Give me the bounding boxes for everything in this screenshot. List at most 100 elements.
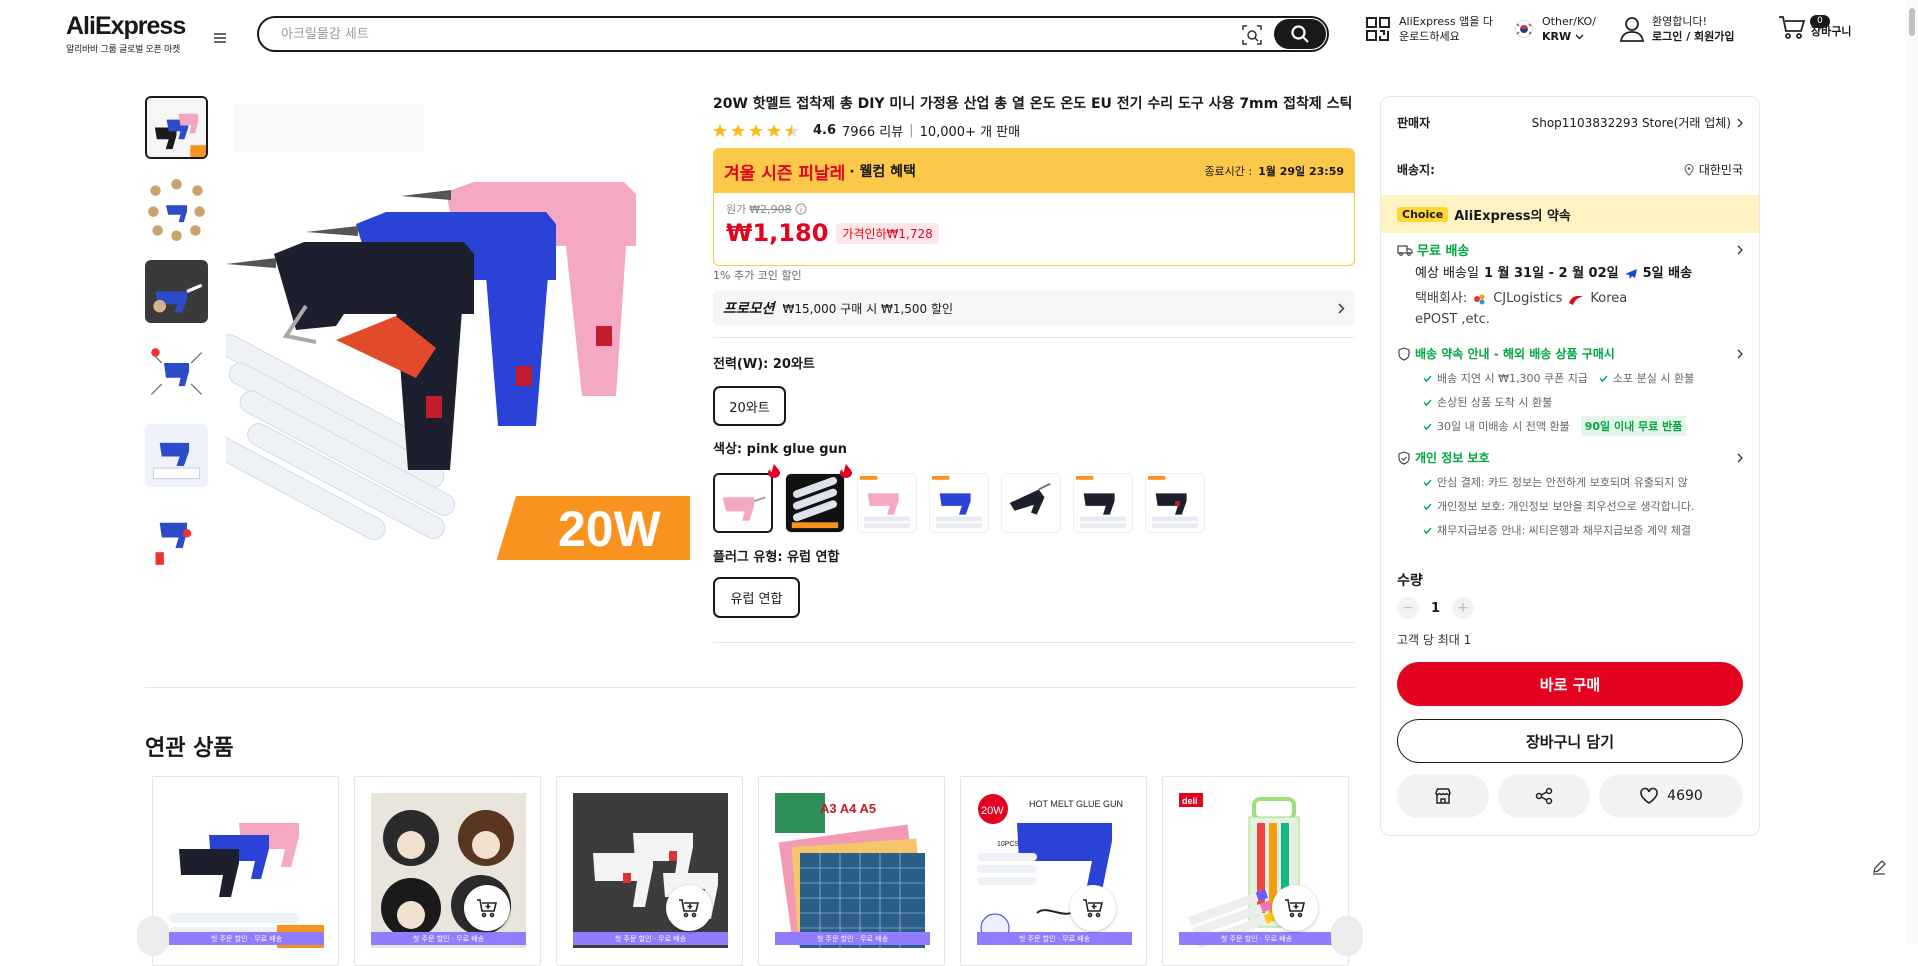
return-badge: 90일 이내 무료 반품 bbox=[1580, 416, 1687, 436]
privacy-item-2: 개인정보 보호: 개인정보 보안을 최우선으로 생각합니다. bbox=[1423, 498, 1694, 514]
decrease-button[interactable]: − bbox=[1397, 597, 1419, 619]
thumbnail-4[interactable] bbox=[145, 342, 208, 405]
eta-prefix: 예상 배송일 bbox=[1415, 266, 1479, 281]
related-product-card[interactable]: 첫 주문 할인 · 무료 배송 bbox=[152, 776, 339, 966]
divider bbox=[713, 642, 1355, 643]
add-to-cart-icon[interactable] bbox=[1070, 885, 1116, 931]
airplane-icon bbox=[1624, 269, 1637, 279]
wishlist-count: 4690 bbox=[1667, 788, 1703, 804]
related-product-card[interactable]: 첫 주문 할인 · 무료 배송 bbox=[354, 776, 541, 966]
privacy-item-1: 안심 결제: 카드 정보는 안전하게 보호되며 유출되지 않 bbox=[1423, 474, 1743, 490]
menu-icon[interactable] bbox=[210, 28, 230, 48]
plug-label: 플러그 유형: 유럽 연합 bbox=[713, 550, 840, 565]
privacy-item-3: 채무지급보증 안내: 씨티은행과 채무지급보증 계약 체결 bbox=[1423, 522, 1691, 538]
discount-badge: 가격인하₩1,728 bbox=[836, 222, 939, 244]
app-download[interactable]: AliExpress 앱을 다 운로드하세요 bbox=[1365, 14, 1493, 44]
color-swatch-black[interactable] bbox=[1001, 473, 1061, 533]
power-option-20w[interactable]: 20와트 bbox=[713, 386, 786, 426]
quantity-value[interactable]: 1 bbox=[1431, 601, 1440, 616]
shield-icon bbox=[1398, 346, 1410, 361]
power-label: 전력(W): 20와트 bbox=[713, 357, 815, 372]
promotion-row[interactable]: 프로모션 ₩15,000 구매 시 ₩1,500 할인 bbox=[713, 290, 1355, 326]
thumbnail-5[interactable] bbox=[145, 424, 208, 487]
thumbnail-2[interactable] bbox=[145, 178, 208, 241]
logo-tagline: 알리바바 그룹 글로벌 오픈 마켓 bbox=[66, 45, 180, 55]
add-to-cart-button[interactable]: 장바구니 담기 bbox=[1397, 719, 1743, 763]
main-image-badge: 20W bbox=[558, 501, 662, 557]
coin-note: 1% 추가 코인 할인 bbox=[713, 269, 802, 282]
account-menu[interactable]: 환영합니다! 로그인 / 회원가입 bbox=[1620, 14, 1735, 44]
plug-option-eu[interactable]: 유럽 연합 bbox=[713, 577, 800, 618]
truck-icon bbox=[1397, 244, 1413, 256]
chevron-right-icon bbox=[1737, 453, 1743, 462]
related-product-card[interactable]: deli 첫 주문 할인 · 무료 배송 bbox=[1162, 776, 1349, 966]
wishlist-button[interactable]: 4690 bbox=[1599, 774, 1743, 818]
location-pin-icon bbox=[1684, 164, 1694, 176]
card-badge: 20W bbox=[981, 805, 1004, 817]
color-swatch-blue[interactable] bbox=[929, 473, 989, 533]
currency-label: KRW bbox=[1542, 30, 1572, 43]
store-button[interactable] bbox=[1397, 774, 1489, 818]
feedback-button[interactable] bbox=[1864, 852, 1894, 882]
add-to-cart-icon[interactable] bbox=[1272, 885, 1318, 931]
region-line1: Other/KO/ bbox=[1542, 15, 1596, 28]
privacy-text: 개인정보 보호: 개인정보 보안을 최우선으로 생각합니다. bbox=[1437, 500, 1695, 513]
account-line1: 환영합니다! bbox=[1652, 15, 1708, 28]
search-input[interactable] bbox=[281, 24, 1181, 44]
thumbnail-1[interactable] bbox=[145, 96, 208, 159]
related-product-card[interactable]: A3 A4 A5 첫 주문 할인 · 무료 배송 bbox=[758, 776, 945, 966]
epost-logo-icon bbox=[1569, 295, 1584, 305]
info-icon[interactable] bbox=[795, 203, 807, 215]
free-shipping-row[interactable]: 무료 배송 bbox=[1397, 240, 1743, 259]
color-swatch-glue-sticks[interactable] bbox=[785, 473, 845, 533]
seller-name[interactable]: Shop1103832293 Store(거래 업체) bbox=[1532, 114, 1731, 132]
seller-label: 판매자 bbox=[1397, 116, 1431, 130]
eta-days: 5일 배송 bbox=[1642, 266, 1693, 281]
buy-now-button[interactable]: 바로 구매 bbox=[1397, 662, 1743, 706]
add-to-cart-icon[interactable] bbox=[464, 885, 510, 931]
related-product-card[interactable]: 첫 주문 할인 · 무료 배송 bbox=[556, 776, 743, 966]
sale-price: ₩1,180 bbox=[726, 219, 829, 247]
review-count[interactable]: 7966 리뷰 bbox=[842, 121, 903, 140]
color-swatch-pink[interactable] bbox=[713, 473, 773, 533]
promo-banner: 첫 주문 할인 · 무료 배송 bbox=[775, 932, 930, 945]
guarantee-text: 손상된 상품 도착 시 환불 bbox=[1437, 396, 1553, 409]
add-to-cart-icon[interactable] bbox=[666, 885, 712, 931]
color-swatch-black-3[interactable] bbox=[1145, 473, 1205, 533]
region-selector[interactable]: Other/KO/ KRW bbox=[1515, 14, 1596, 44]
privacy-row[interactable]: 개인 정보 보호 bbox=[1397, 449, 1743, 466]
check-icon bbox=[1423, 526, 1432, 534]
sale-name: 겨울 시즌 피날레 bbox=[724, 163, 846, 184]
scrollbar-thumb[interactable] bbox=[1909, 8, 1915, 36]
delivery-guarantee-row[interactable]: 배송 약속 안내 - 해외 배송 상품 구매시 bbox=[1397, 345, 1743, 362]
thumbnail-6[interactable] bbox=[145, 506, 208, 569]
check-icon bbox=[1599, 374, 1608, 382]
increase-button[interactable]: + bbox=[1452, 597, 1475, 619]
share-icon bbox=[1535, 787, 1553, 805]
promo-banner: 첫 주문 할인 · 무료 배송 bbox=[573, 932, 728, 945]
carrier-1: CJLogistics bbox=[1493, 291, 1563, 306]
scrollbar[interactable] bbox=[1906, 0, 1918, 944]
carousel-next-button[interactable] bbox=[1331, 916, 1363, 956]
account-line2: 로그인 / 회원가입 bbox=[1652, 30, 1735, 43]
guarantee-item-1: 배송 지연 시 ₩1,300 쿠폰 지급 소포 분실 시 환불 bbox=[1423, 370, 1694, 386]
thumbnail-3[interactable] bbox=[145, 260, 208, 323]
ship-to-row[interactable]: 배송지: 대한민국 bbox=[1397, 161, 1743, 179]
seller-row[interactable]: 판매자 Shop1103832293 Store(거래 업체) bbox=[1397, 114, 1743, 132]
carousel-prev-button[interactable] bbox=[137, 916, 169, 956]
aliexpress-logo[interactable]: AliExpress 알리바바 그룹 글로벌 오픈 마켓 bbox=[66, 12, 186, 55]
image-search-icon[interactable] bbox=[1241, 24, 1263, 46]
color-swatch-pink-2[interactable] bbox=[857, 473, 917, 533]
hot-icon bbox=[768, 464, 780, 478]
free-shipping-label: 무료 배송 bbox=[1417, 244, 1470, 259]
related-product-card[interactable]: 20W HOT MELT GLUE GUN 10PCS 첫 주문 할인 · 무료 배… bbox=[960, 776, 1147, 966]
search-button[interactable] bbox=[1274, 19, 1326, 49]
carrier-2: Korea bbox=[1590, 291, 1628, 306]
main-product-image[interactable]: 20W bbox=[205, 96, 690, 562]
share-button[interactable] bbox=[1498, 774, 1590, 818]
guarantee-text: 소포 분실 시 환불 bbox=[1612, 372, 1695, 385]
cart-link[interactable]: 장바구니 0 bbox=[1778, 14, 1851, 40]
cart-count-badge: 0 bbox=[1810, 15, 1830, 28]
color-swatch-black-2[interactable] bbox=[1073, 473, 1133, 533]
rating-row[interactable]: 4.6 7966 리뷰 | 10,000+ 개 판매 bbox=[713, 121, 1020, 140]
